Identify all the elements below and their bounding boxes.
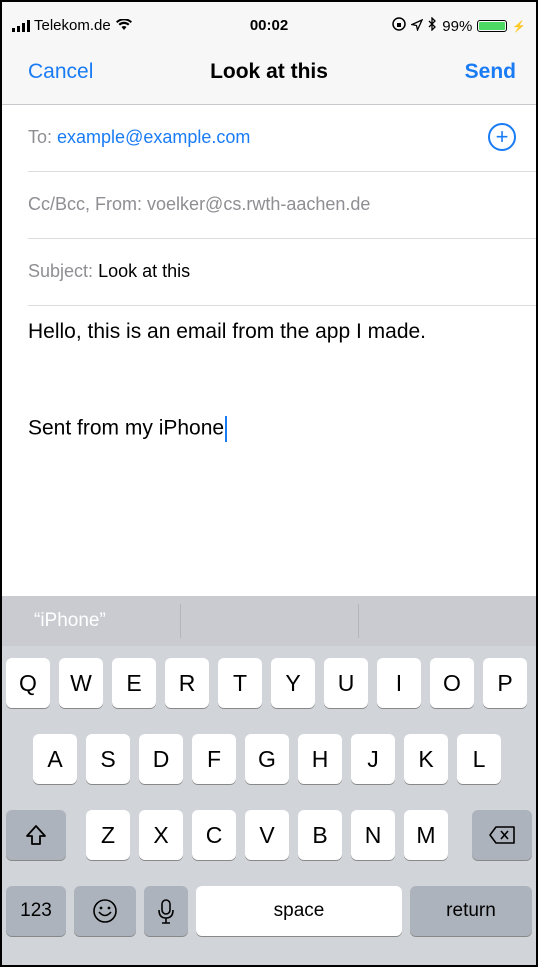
return-key[interactable]: return xyxy=(410,886,532,936)
suggestion-bar: “iPhone” xyxy=(2,596,536,646)
orientation-lock-icon xyxy=(392,17,407,35)
key-c[interactable]: C xyxy=(192,810,236,860)
key-h[interactable]: H xyxy=(298,734,342,784)
key-s[interactable]: S xyxy=(86,734,130,784)
key-w[interactable]: W xyxy=(59,658,103,708)
subject-label: Subject: xyxy=(28,261,94,281)
key-j[interactable]: J xyxy=(351,734,395,784)
mail-compose-screen: Telekom.de 00:02 99% ⚡ Cancel Look at th… xyxy=(2,2,536,965)
suggestion-item[interactable]: “iPhone” xyxy=(34,596,106,646)
key-f[interactable]: F xyxy=(192,734,236,784)
key-p[interactable]: P xyxy=(483,658,527,708)
body-text: Hello, this is an email from the app I m… xyxy=(28,320,427,343)
microphone-icon[interactable] xyxy=(144,886,188,936)
key-t[interactable]: T xyxy=(218,658,262,708)
to-field[interactable]: To: example@example.com + xyxy=(28,105,536,172)
battery-icon xyxy=(477,20,508,32)
key-z[interactable]: Z xyxy=(86,810,130,860)
key-l[interactable]: L xyxy=(457,734,501,784)
send-button[interactable]: Send xyxy=(465,60,516,84)
key-d[interactable]: D xyxy=(139,734,183,784)
key-k[interactable]: K xyxy=(404,734,448,784)
to-recipient[interactable]: example@example.com xyxy=(57,127,250,147)
subject-value[interactable]: Look at this xyxy=(98,261,190,281)
backspace-icon[interactable] xyxy=(472,810,532,860)
status-bar: Telekom.de 00:02 99% ⚡ xyxy=(2,2,536,42)
charging-icon: ⚡ xyxy=(512,20,526,33)
message-body[interactable]: Hello, this is an email from the app I m… xyxy=(28,320,426,442)
add-contact-icon[interactable]: + xyxy=(488,123,516,151)
from-address: voelker@cs.rwth-aachen.de xyxy=(147,194,371,214)
key-e[interactable]: E xyxy=(112,658,156,708)
numbers-key[interactable]: 123 xyxy=(6,886,66,936)
navigation-bar: Cancel Look at this Send xyxy=(2,42,536,105)
cc-bcc-from-field[interactable]: Cc/Bcc, From: voelker@cs.rwth-aachen.de xyxy=(28,172,536,239)
key-i[interactable]: I xyxy=(377,658,421,708)
signature-text: Sent from my iPhone xyxy=(28,416,225,440)
text-cursor xyxy=(225,416,228,442)
key-q[interactable]: Q xyxy=(6,658,50,708)
key-g[interactable]: G xyxy=(245,734,289,784)
key-y[interactable]: Y xyxy=(271,658,315,708)
key-v[interactable]: V xyxy=(245,810,289,860)
key-x[interactable]: X xyxy=(139,810,183,860)
to-label: To: xyxy=(28,127,53,147)
key-b[interactable]: B xyxy=(298,810,342,860)
key-o[interactable]: O xyxy=(430,658,474,708)
bluetooth-icon xyxy=(428,16,437,35)
cc-bcc-from-label: Cc/Bcc, From: xyxy=(28,194,143,214)
space-key[interactable]: space xyxy=(196,886,402,936)
shift-icon[interactable] xyxy=(6,810,66,860)
battery-percent: 99% xyxy=(442,17,473,35)
status-right: 99% ⚡ xyxy=(392,16,526,35)
emoji-icon[interactable] xyxy=(74,886,136,936)
location-icon xyxy=(410,18,424,35)
key-r[interactable]: R xyxy=(165,658,209,708)
key-a[interactable]: A xyxy=(33,734,77,784)
key-m[interactable]: M xyxy=(404,810,448,860)
key-u[interactable]: U xyxy=(324,658,368,708)
key-n[interactable]: N xyxy=(351,810,395,860)
keyboard: “iPhone” Q W E R T Y U I O P A S D F G H… xyxy=(2,596,536,965)
subject-field[interactable]: Subject: Look at this xyxy=(28,239,536,306)
compose-title: Look at this xyxy=(210,60,328,83)
